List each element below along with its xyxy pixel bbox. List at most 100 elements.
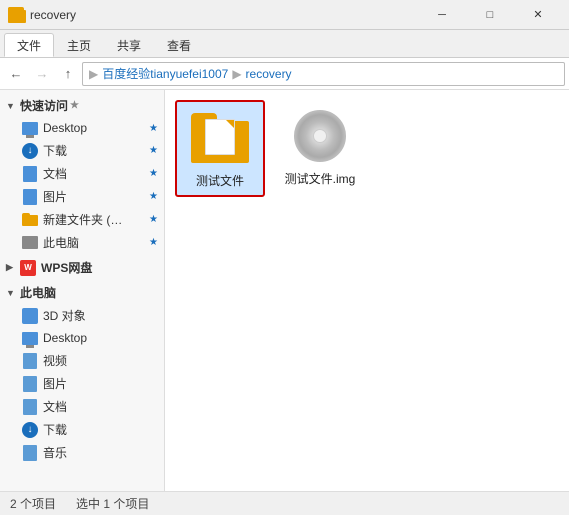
3dobjects-icon <box>22 308 38 324</box>
breadcrumb-current[interactable]: recovery <box>246 67 292 81</box>
ribbon-tabs: 文件 主页 共享 查看 <box>0 30 569 58</box>
quick-access-group: ▼ 快速访问 ★ Desktop ★ ↓ 下载 ★ <box>0 94 164 254</box>
sidebar-item-pictures2[interactable]: 图片 <box>0 372 164 395</box>
thispc-header[interactable]: ▼ 此电脑 <box>0 281 164 304</box>
newfolder-icon <box>22 212 38 228</box>
music-icon <box>22 445 38 461</box>
tab-home[interactable]: 主页 <box>54 33 104 57</box>
sidebar-item-newfolder-label: 新建文件夹 (… <box>43 211 149 228</box>
window-icon <box>8 7 24 23</box>
quick-access-header[interactable]: ▼ 快速访问 ★ <box>0 94 164 117</box>
sidebar-pin-icon: ★ <box>149 123 158 134</box>
sidebar-item-thispc-quick-label: 此电脑 <box>43 234 149 251</box>
content-area: 测试文件 测试文件.img <box>165 90 569 491</box>
file-item-disc[interactable]: 测试文件.img <box>275 100 365 197</box>
wps-cloud-icon: W <box>20 260 36 276</box>
sidebar-item-music[interactable]: 音乐 <box>0 441 164 464</box>
main-layout: ▼ 快速访问 ★ Desktop ★ ↓ 下载 ★ <box>0 90 569 491</box>
sidebar-item-videos-label: 视频 <box>43 352 158 369</box>
item-count: 2 个项目 <box>10 495 56 512</box>
sidebar-item-desktop2[interactable]: Desktop <box>0 327 164 349</box>
tab-share[interactable]: 共享 <box>104 33 154 57</box>
expand-icon: ▼ <box>6 101 16 111</box>
sidebar-item-thispc-quick[interactable]: 此电脑 ★ <box>0 231 164 254</box>
pictures2-icon <box>22 376 38 392</box>
sidebar-item-music-label: 音乐 <box>43 444 158 461</box>
folder-title-icon <box>8 7 24 23</box>
sidebar-item-desktop2-label: Desktop <box>43 331 158 345</box>
pin-icon: ★ <box>70 100 79 111</box>
sidebar-item-desktop-label: Desktop <box>43 121 149 135</box>
sidebar-item-pictures-label: 图片 <box>43 188 149 205</box>
documents2-icon <box>22 399 38 415</box>
sidebar-item-pictures[interactable]: 图片 ★ <box>0 185 164 208</box>
breadcrumb-parent[interactable]: 百度经验tianyuefei1007 <box>102 65 228 82</box>
desktop2-icon <box>22 330 38 346</box>
address-bar[interactable]: ▶ 百度经验tianyuefei1007 ▶ recovery <box>82 62 565 86</box>
videos-icon <box>22 353 38 369</box>
sidebar-item-pictures2-label: 图片 <box>43 375 158 392</box>
nav-bar: ← → ↑ ▶ 百度经验tianyuefei1007 ▶ recovery <box>0 58 569 90</box>
forward-arrow-icon: → <box>36 66 49 81</box>
forward-button[interactable]: → <box>30 62 54 86</box>
back-arrow-icon: ← <box>10 66 23 81</box>
maximize-button[interactable]: □ <box>467 0 513 30</box>
wps-group: ▶ W WPS网盘 <box>0 256 164 279</box>
download-icon: ↓ <box>22 143 38 159</box>
window-title: recovery <box>30 8 76 22</box>
sidebar-pin-icon6: ★ <box>149 237 158 248</box>
thispc-label: 此电脑 <box>20 284 56 301</box>
wps-header[interactable]: ▶ W WPS网盘 <box>0 256 164 279</box>
sidebar-item-downloads2[interactable]: ↓ 下载 <box>0 418 164 441</box>
back-button[interactable]: ← <box>4 62 28 86</box>
documents-icon <box>22 166 38 182</box>
sidebar-item-documents2-label: 文档 <box>43 398 158 415</box>
sidebar: ▼ 快速访问 ★ Desktop ★ ↓ 下载 ★ <box>0 90 165 491</box>
file-disc-label: 测试文件.img <box>285 170 356 187</box>
disc-shape <box>294 110 346 162</box>
sidebar-pin-icon5: ★ <box>149 214 158 225</box>
selected-count: 选中 1 个项目 <box>76 495 149 512</box>
sidebar-item-documents2[interactable]: 文档 <box>0 395 164 418</box>
sidebar-item-3dobjects-label: 3D 对象 <box>43 307 158 324</box>
file-folder-label: 测试文件 <box>196 172 244 189</box>
title-bar-icons <box>8 7 24 23</box>
downloads2-icon: ↓ <box>22 422 38 438</box>
folder-paper <box>205 119 235 155</box>
thispc-group: ▼ 此电脑 3D 对象 Desktop <box>0 281 164 464</box>
desktop-icon <box>22 120 38 136</box>
sidebar-pin-icon3: ★ <box>149 168 158 179</box>
sidebar-item-3dobjects[interactable]: 3D 对象 <box>0 304 164 327</box>
sidebar-item-documents[interactable]: 文档 ★ <box>0 162 164 185</box>
up-button[interactable]: ↑ <box>56 62 80 86</box>
sidebar-pin-icon4: ★ <box>149 191 158 202</box>
address-sep2: ▶ <box>232 67 241 81</box>
quick-access-label: 快速访问 <box>20 97 68 114</box>
file-item-folder[interactable]: 测试文件 <box>175 100 265 197</box>
sidebar-pin-icon2: ★ <box>149 145 158 156</box>
disc-file-icon <box>290 106 350 166</box>
wps-expand-icon: ▶ <box>6 262 16 273</box>
tab-file[interactable]: 文件 <box>4 33 54 57</box>
close-button[interactable]: ✕ <box>515 0 561 30</box>
wps-label: WPS网盘 <box>41 259 92 276</box>
sidebar-item-downloads2-label: 下载 <box>43 421 158 438</box>
minimize-button[interactable]: ─ <box>419 0 465 30</box>
window-controls: ─ □ ✕ <box>419 0 561 30</box>
title-bar: recovery ─ □ ✕ <box>0 0 569 30</box>
sidebar-item-downloads[interactable]: ↓ 下载 ★ <box>0 139 164 162</box>
sidebar-item-documents-label: 文档 <box>43 165 149 182</box>
sidebar-item-desktop[interactable]: Desktop ★ <box>0 117 164 139</box>
folder-icon <box>190 108 250 168</box>
sidebar-item-newfolder[interactable]: 新建文件夹 (… ★ <box>0 208 164 231</box>
folder-lg-shape <box>191 113 249 163</box>
sidebar-item-videos[interactable]: 视频 <box>0 349 164 372</box>
status-bar: 2 个项目 选中 1 个项目 <box>0 491 569 515</box>
pictures-icon <box>22 189 38 205</box>
address-sep: ▶ <box>89 67 98 81</box>
sidebar-item-downloads-label: 下载 <box>43 142 149 159</box>
thispc-expand-icon: ▼ <box>6 288 16 298</box>
up-arrow-icon: ↑ <box>65 66 72 81</box>
thispc-quick-icon <box>22 235 38 251</box>
tab-view[interactable]: 查看 <box>154 33 204 57</box>
